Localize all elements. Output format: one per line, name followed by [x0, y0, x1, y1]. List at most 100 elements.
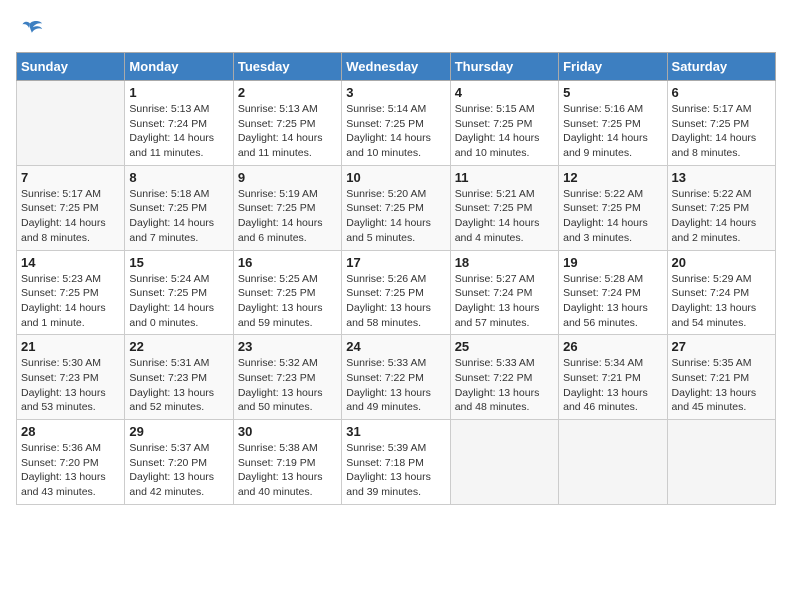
- day-info: Sunrise: 5:19 AMSunset: 7:25 PMDaylight:…: [238, 187, 337, 246]
- day-number: 16: [238, 255, 337, 270]
- day-number: 12: [563, 170, 662, 185]
- day-number: 10: [346, 170, 445, 185]
- day-number: 26: [563, 339, 662, 354]
- day-number: 7: [21, 170, 120, 185]
- day-number: 14: [21, 255, 120, 270]
- calendar-cell: [17, 81, 125, 166]
- calendar-week-row: 28 Sunrise: 5:36 AMSunset: 7:20 PMDayligh…: [17, 420, 776, 505]
- day-info: Sunrise: 5:13 AMSunset: 7:24 PMDaylight:…: [129, 102, 228, 161]
- day-info: Sunrise: 5:33 AMSunset: 7:22 PMDaylight:…: [346, 356, 445, 415]
- day-number: 6: [672, 85, 771, 100]
- calendar-cell: [667, 420, 775, 505]
- calendar-cell: 24 Sunrise: 5:33 AMSunset: 7:22 PMDayligh…: [342, 335, 450, 420]
- day-number: 21: [21, 339, 120, 354]
- day-number: 19: [563, 255, 662, 270]
- day-number: 31: [346, 424, 445, 439]
- day-number: 3: [346, 85, 445, 100]
- day-info: Sunrise: 5:16 AMSunset: 7:25 PMDaylight:…: [563, 102, 662, 161]
- day-info: Sunrise: 5:21 AMSunset: 7:25 PMDaylight:…: [455, 187, 554, 246]
- day-number: 22: [129, 339, 228, 354]
- day-number: 2: [238, 85, 337, 100]
- calendar-cell: 12 Sunrise: 5:22 AMSunset: 7:25 PMDayligh…: [559, 165, 667, 250]
- calendar-cell: 20Sunrise: 5:29 AMSunset: 7:24 PMDayligh…: [667, 250, 775, 335]
- column-header-monday: Monday: [125, 53, 233, 81]
- day-number: 30: [238, 424, 337, 439]
- day-info: Sunrise: 5:35 AMSunset: 7:21 PMDaylight:…: [672, 356, 771, 415]
- calendar-cell: 27 Sunrise: 5:35 AMSunset: 7:21 PMDayligh…: [667, 335, 775, 420]
- logo: [16, 16, 48, 44]
- calendar-cell: 5 Sunrise: 5:16 AMSunset: 7:25 PMDaylight…: [559, 81, 667, 166]
- calendar-week-row: 21 Sunrise: 5:30 AMSunset: 7:23 PMDayligh…: [17, 335, 776, 420]
- day-number: 8: [129, 170, 228, 185]
- day-number: 9: [238, 170, 337, 185]
- calendar-cell: 9 Sunrise: 5:19 AMSunset: 7:25 PMDaylight…: [233, 165, 341, 250]
- calendar-week-row: 7Sunrise: 5:17 AMSunset: 7:25 PMDaylight…: [17, 165, 776, 250]
- day-info: Sunrise: 5:17 AMSunset: 7:25 PMDaylight:…: [672, 102, 771, 161]
- day-info: Sunrise: 5:25 AMSunset: 7:25 PMDaylight:…: [238, 272, 337, 331]
- calendar-cell: 25Sunrise: 5:33 AMSunset: 7:22 PMDayligh…: [450, 335, 558, 420]
- day-number: 11: [455, 170, 554, 185]
- day-number: 5: [563, 85, 662, 100]
- calendar-cell: 28 Sunrise: 5:36 AMSunset: 7:20 PMDayligh…: [17, 420, 125, 505]
- day-info: Sunrise: 5:37 AMSunset: 7:20 PMDaylight:…: [129, 441, 228, 500]
- day-info: Sunrise: 5:33 AMSunset: 7:22 PMDaylight:…: [455, 356, 554, 415]
- calendar-cell: 19 Sunrise: 5:28 AMSunset: 7:24 PMDayligh…: [559, 250, 667, 335]
- calendar-cell: [450, 420, 558, 505]
- day-info: Sunrise: 5:31 AMSunset: 7:23 PMDaylight:…: [129, 356, 228, 415]
- day-info: Sunrise: 5:23 AMSunset: 7:25 PMDaylight:…: [21, 272, 120, 331]
- calendar-body: 1 Sunrise: 5:13 AMSunset: 7:24 PMDaylight…: [17, 81, 776, 505]
- day-info: Sunrise: 5:18 AMSunset: 7:25 PMDaylight:…: [129, 187, 228, 246]
- calendar-cell: 3 Sunrise: 5:14 AMSunset: 7:25 PMDaylight…: [342, 81, 450, 166]
- calendar-cell: 1 Sunrise: 5:13 AMSunset: 7:24 PMDaylight…: [125, 81, 233, 166]
- column-header-friday: Friday: [559, 53, 667, 81]
- calendar-cell: 14 Sunrise: 5:23 AMSunset: 7:25 PMDayligh…: [17, 250, 125, 335]
- calendar-cell: 17 Sunrise: 5:26 AMSunset: 7:25 PMDayligh…: [342, 250, 450, 335]
- day-info: Sunrise: 5:36 AMSunset: 7:20 PMDaylight:…: [21, 441, 120, 500]
- calendar-cell: 31 Sunrise: 5:39 AMSunset: 7:18 PMDayligh…: [342, 420, 450, 505]
- day-info: Sunrise: 5:27 AMSunset: 7:24 PMDaylight:…: [455, 272, 554, 331]
- day-info: Sunrise: 5:29 AMSunset: 7:24 PMDaylight:…: [672, 272, 771, 331]
- calendar-cell: 29Sunrise: 5:37 AMSunset: 7:20 PMDayligh…: [125, 420, 233, 505]
- day-info: Sunrise: 5:30 AMSunset: 7:23 PMDaylight:…: [21, 356, 120, 415]
- column-header-wednesday: Wednesday: [342, 53, 450, 81]
- calendar-cell: 4Sunrise: 5:15 AMSunset: 7:25 PMDaylight…: [450, 81, 558, 166]
- day-info: Sunrise: 5:22 AMSunset: 7:25 PMDaylight:…: [563, 187, 662, 246]
- column-header-thursday: Thursday: [450, 53, 558, 81]
- column-header-tuesday: Tuesday: [233, 53, 341, 81]
- day-info: Sunrise: 5:13 AMSunset: 7:25 PMDaylight:…: [238, 102, 337, 161]
- day-number: 27: [672, 339, 771, 354]
- day-info: Sunrise: 5:32 AMSunset: 7:23 PMDaylight:…: [238, 356, 337, 415]
- calendar-header-row: SundayMondayTuesdayWednesdayThursdayFrid…: [17, 53, 776, 81]
- day-info: Sunrise: 5:34 AMSunset: 7:21 PMDaylight:…: [563, 356, 662, 415]
- calendar-cell: 11 Sunrise: 5:21 AMSunset: 7:25 PMDayligh…: [450, 165, 558, 250]
- column-header-saturday: Saturday: [667, 53, 775, 81]
- day-info: Sunrise: 5:39 AMSunset: 7:18 PMDaylight:…: [346, 441, 445, 500]
- day-number: 17: [346, 255, 445, 270]
- calendar-cell: 8 Sunrise: 5:18 AMSunset: 7:25 PMDaylight…: [125, 165, 233, 250]
- day-number: 18: [455, 255, 554, 270]
- calendar-cell: 13Sunrise: 5:22 AMSunset: 7:25 PMDayligh…: [667, 165, 775, 250]
- calendar-cell: 18 Sunrise: 5:27 AMSunset: 7:24 PMDayligh…: [450, 250, 558, 335]
- calendar-cell: 6 Sunrise: 5:17 AMSunset: 7:25 PMDaylight…: [667, 81, 775, 166]
- day-info: Sunrise: 5:26 AMSunset: 7:25 PMDaylight:…: [346, 272, 445, 331]
- calendar-cell: 21 Sunrise: 5:30 AMSunset: 7:23 PMDayligh…: [17, 335, 125, 420]
- page-header: [16, 16, 776, 44]
- day-info: Sunrise: 5:20 AMSunset: 7:25 PMDaylight:…: [346, 187, 445, 246]
- calendar-cell: 22 Sunrise: 5:31 AMSunset: 7:23 PMDayligh…: [125, 335, 233, 420]
- calendar-cell: 7Sunrise: 5:17 AMSunset: 7:25 PMDaylight…: [17, 165, 125, 250]
- calendar-cell: 30 Sunrise: 5:38 AMSunset: 7:19 PMDayligh…: [233, 420, 341, 505]
- day-info: Sunrise: 5:38 AMSunset: 7:19 PMDaylight:…: [238, 441, 337, 500]
- calendar-cell: 10 Sunrise: 5:20 AMSunset: 7:25 PMDayligh…: [342, 165, 450, 250]
- calendar-week-row: 14 Sunrise: 5:23 AMSunset: 7:25 PMDayligh…: [17, 250, 776, 335]
- calendar-cell: 23Sunrise: 5:32 AMSunset: 7:23 PMDayligh…: [233, 335, 341, 420]
- calendar-cell: 16 Sunrise: 5:25 AMSunset: 7:25 PMDayligh…: [233, 250, 341, 335]
- day-number: 1: [129, 85, 228, 100]
- day-number: 24: [346, 339, 445, 354]
- day-info: Sunrise: 5:22 AMSunset: 7:25 PMDaylight:…: [672, 187, 771, 246]
- calendar-cell: [559, 420, 667, 505]
- day-number: 28: [21, 424, 120, 439]
- day-number: 15: [129, 255, 228, 270]
- day-info: Sunrise: 5:14 AMSunset: 7:25 PMDaylight:…: [346, 102, 445, 161]
- day-info: Sunrise: 5:28 AMSunset: 7:24 PMDaylight:…: [563, 272, 662, 331]
- calendar-cell: 2 Sunrise: 5:13 AMSunset: 7:25 PMDaylight…: [233, 81, 341, 166]
